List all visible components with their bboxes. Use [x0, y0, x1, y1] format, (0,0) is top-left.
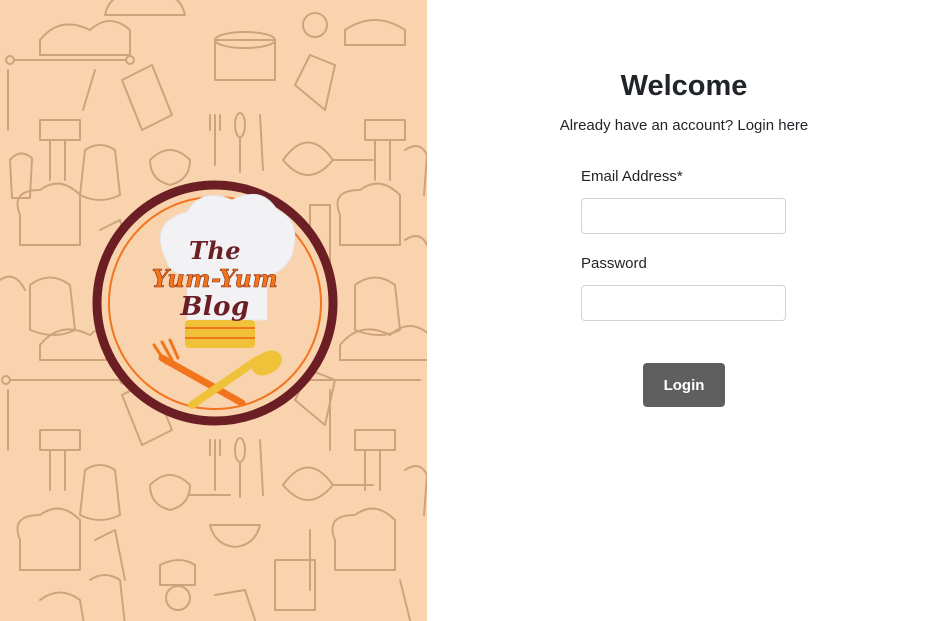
login-prompt-text: Already have an account? Login here: [559, 117, 809, 134]
login-button[interactable]: Login: [643, 363, 725, 407]
email-field[interactable]: [581, 198, 786, 234]
email-label: Email Address*: [581, 168, 683, 185]
brand-panel: The Yum-Yum Blog: [0, 0, 427, 621]
password-label: Password: [581, 255, 647, 272]
logo-text-the: The: [188, 236, 242, 265]
password-field[interactable]: [581, 285, 786, 321]
login-panel: Welcome Already have an account? Login h…: [427, 0, 931, 621]
logo-text-yum-yum: Yum-Yum: [151, 264, 279, 294]
welcome-title: Welcome: [620, 70, 748, 102]
yum-yum-blog-logo: The Yum-Yum Blog: [92, 180, 338, 426]
logo-text-blog: Blog: [180, 292, 250, 322]
